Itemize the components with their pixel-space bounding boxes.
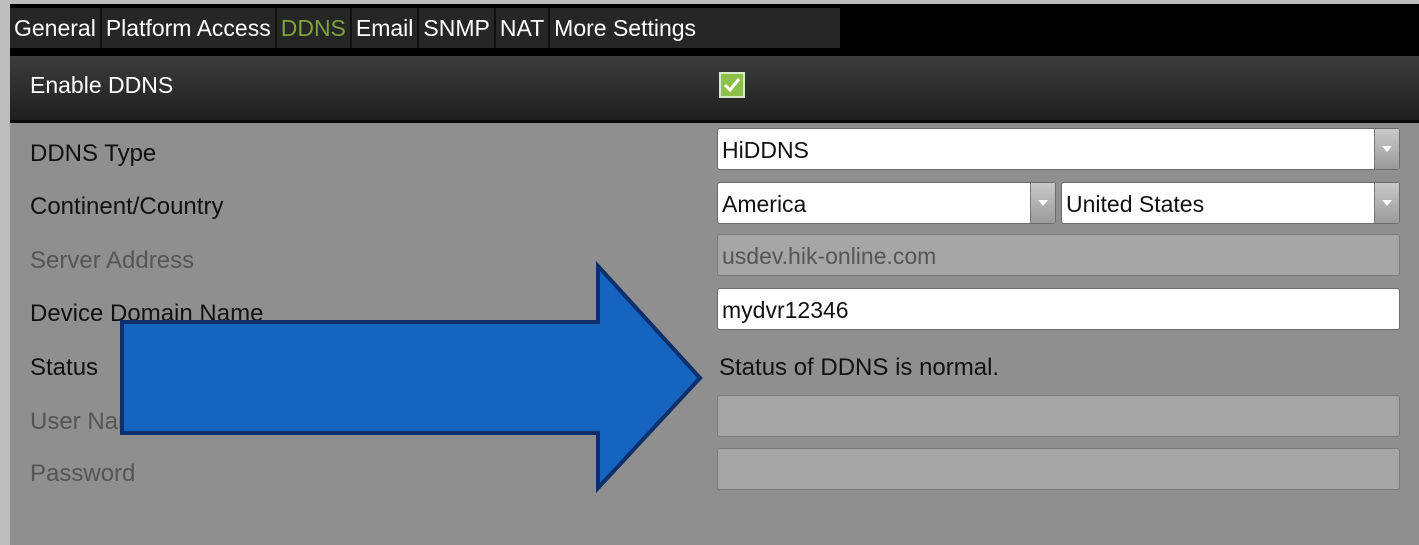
annotation-arrow: [120, 260, 703, 494]
